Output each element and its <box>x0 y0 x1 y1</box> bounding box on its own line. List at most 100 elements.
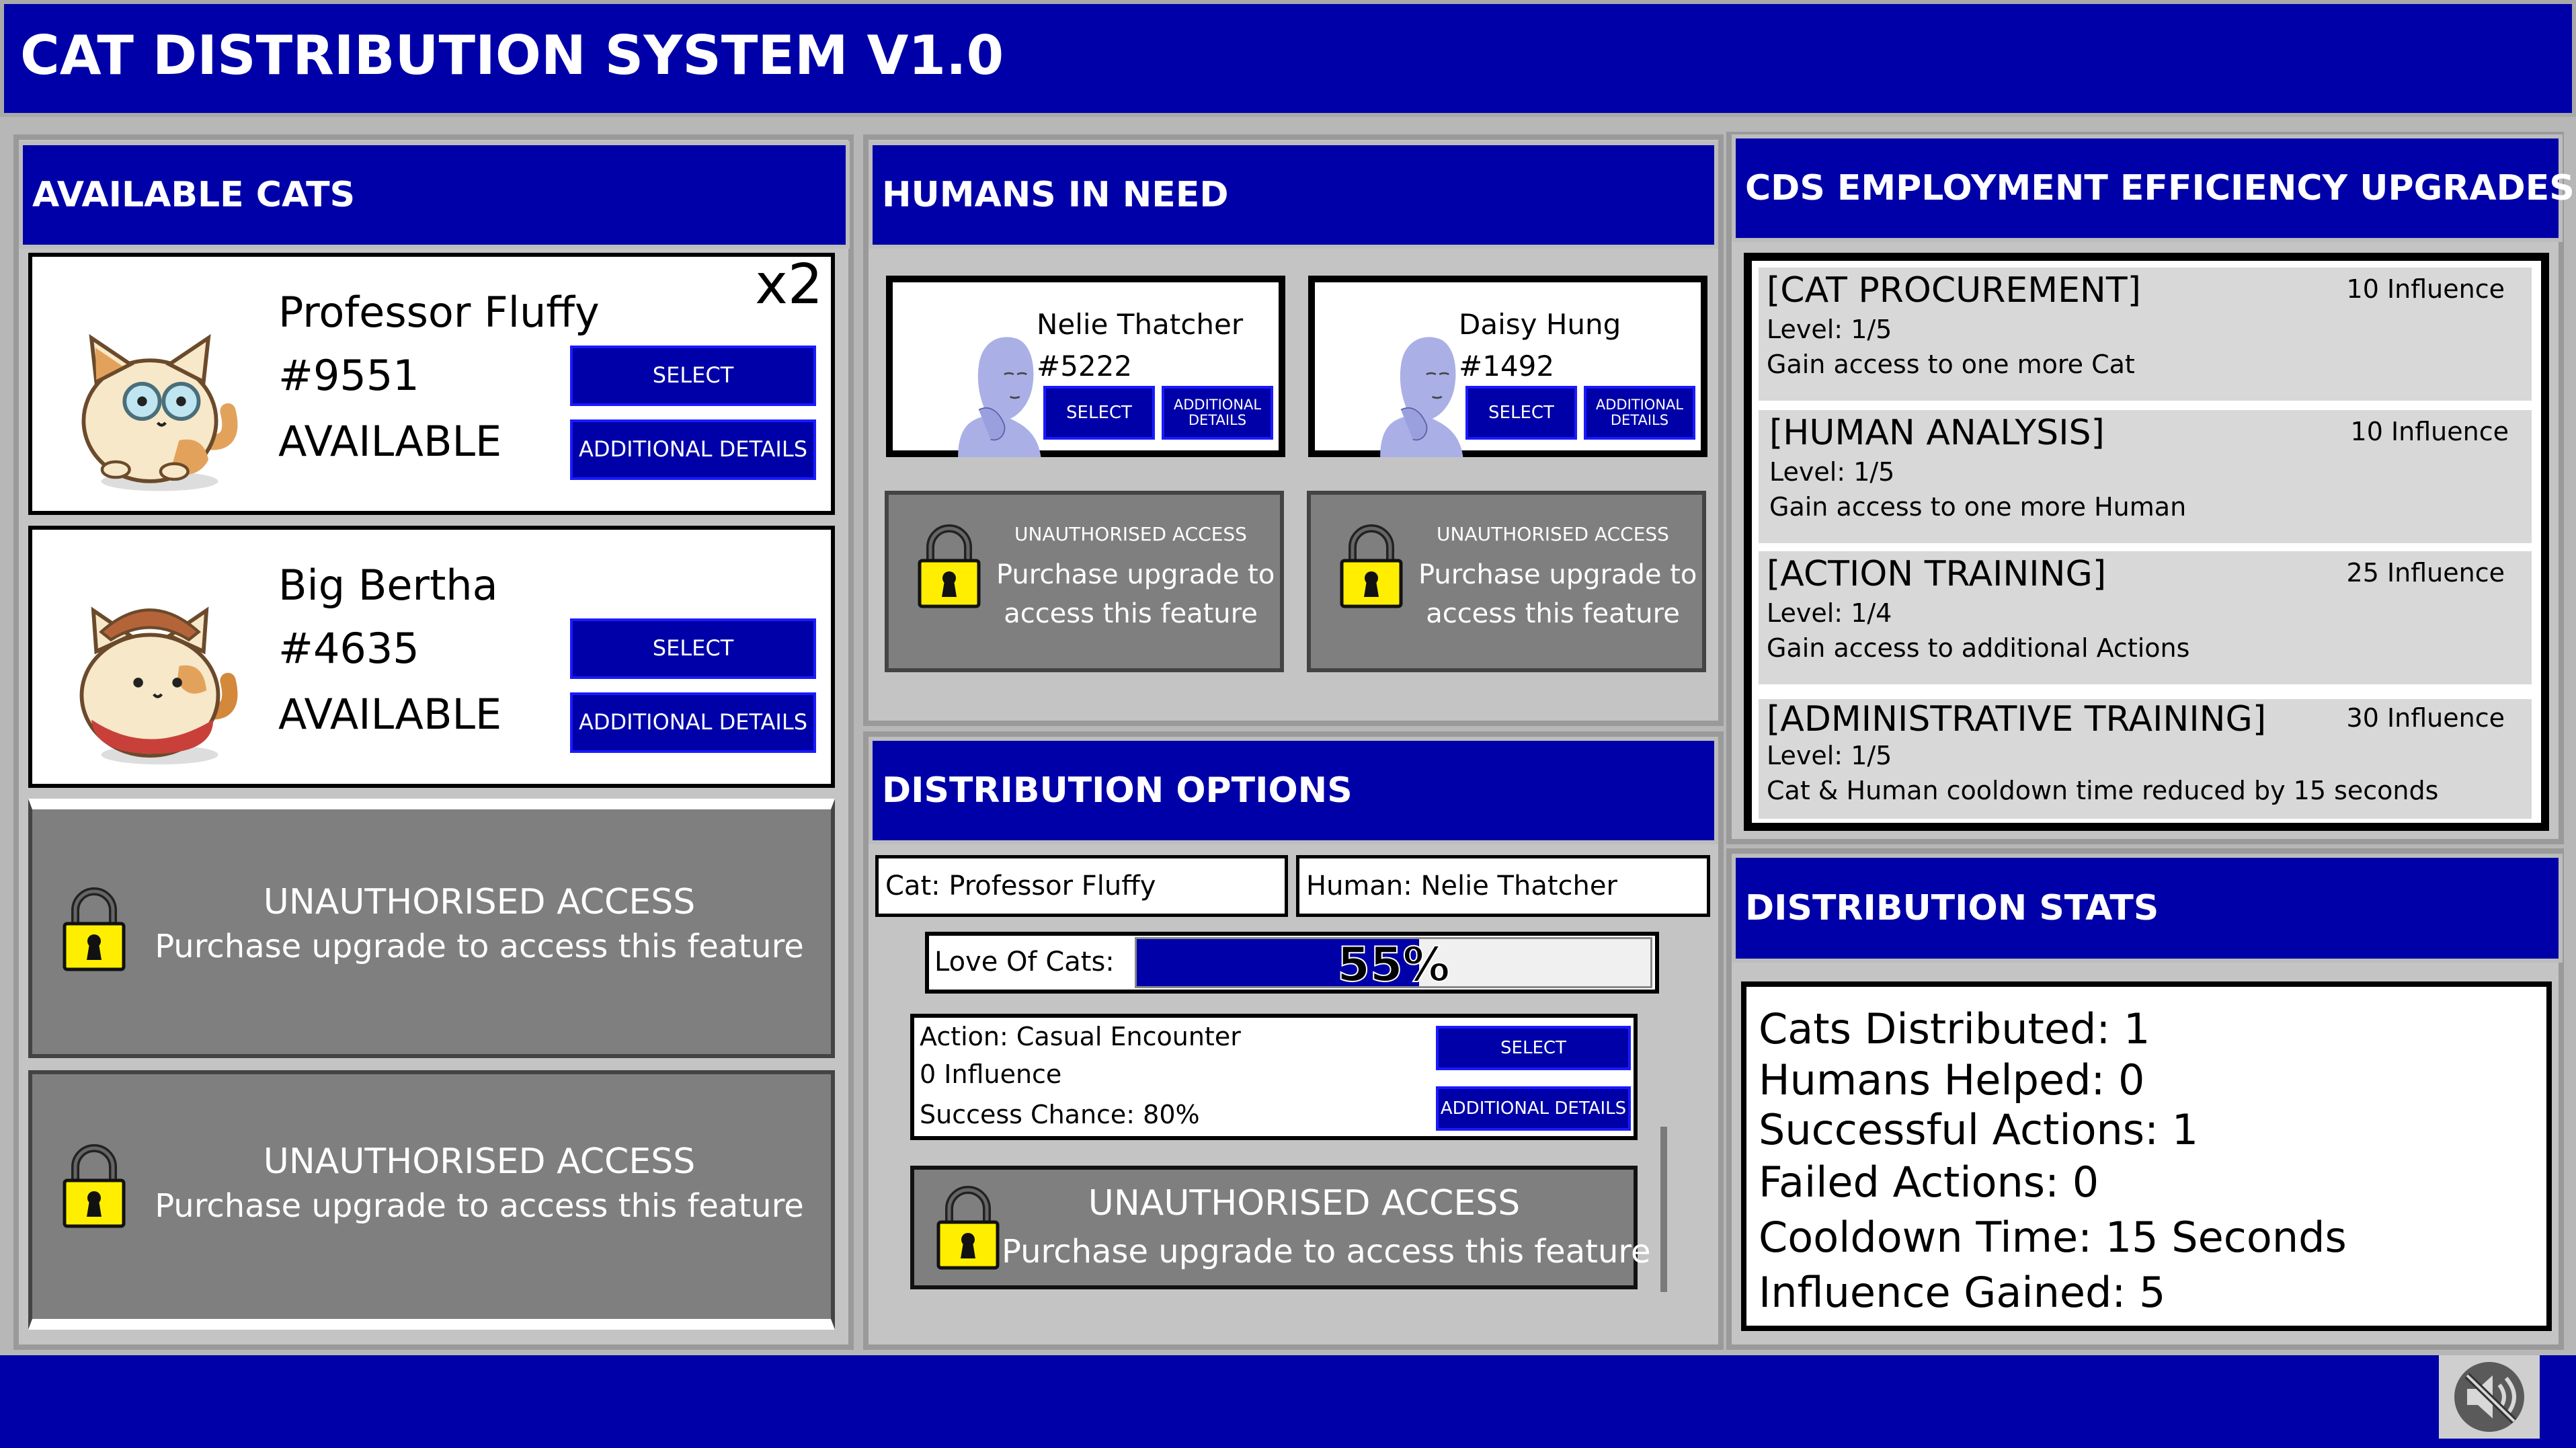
human-name: Daisy Hung <box>1459 308 1621 341</box>
action-influence: 0 Influence <box>920 1059 1062 1089</box>
locked-message-line2: access this feature <box>1426 598 1680 629</box>
upgrade-level: Level: 1/4 <box>1767 598 1892 628</box>
action-name: Action: Casual Encounter <box>920 1022 1241 1051</box>
locked-message: Purchase upgrade to access this feature <box>155 928 804 965</box>
selected-cat-field[interactable]: Cat: Professor Fluffy <box>875 855 1288 917</box>
upgrade-level: Level: 1/5 <box>1767 741 1892 770</box>
app-title: CAT DISTRIBUTION SYSTEM V1.0 <box>20 24 1004 87</box>
human-card-nelie-thatcher: Nelie Thatcher #5222 SELECT ADDITIONAL D… <box>886 276 1285 457</box>
cat-portrait-icon <box>81 333 238 491</box>
padlock-icon <box>1338 522 1405 609</box>
selected-human-text: Human: Nelie Thatcher <box>1306 871 1617 901</box>
locked-action-slot: UNAUTHORISED ACCESS Purchase upgrade to … <box>910 1166 1651 1289</box>
action-details-button[interactable]: ADDITIONAL DETAILS <box>1436 1086 1631 1131</box>
select-cat-button[interactable]: SELECT <box>570 618 816 679</box>
upgrade-level: Level: 1/5 <box>1769 457 1895 487</box>
human-id: #1492 <box>1459 350 1555 383</box>
stat-failed-actions: Failed Actions: 0 <box>1759 1158 2099 1207</box>
locked-message: Purchase upgrade to access this feature <box>155 1187 804 1225</box>
upgrade-description: Gain access to one more Cat <box>1767 350 2135 379</box>
action-card: Action: Casual Encounter 0 Influence Suc… <box>910 1014 1638 1140</box>
cat-id: #9551 <box>278 351 419 400</box>
cat-details-button[interactable]: ADDITIONAL DETAILS <box>570 419 816 480</box>
upgrade-description: Gain access to one more Human <box>1769 492 2187 522</box>
title-bar: CAT DISTRIBUTION SYSTEM V1.0 <box>0 0 2576 117</box>
human-id: #5222 <box>1037 350 1133 383</box>
cat-status: AVAILABLE <box>278 690 502 739</box>
locked-message-line2: access this feature <box>1004 598 1258 629</box>
selected-cat-text: Cat: Professor Fluffy <box>885 871 1156 901</box>
selected-human-field[interactable]: Human: Nelie Thatcher <box>1296 855 1710 917</box>
love-of-cats-label: Love Of Cats: <box>934 947 1115 977</box>
cat-card-big-bertha: Big Bertha #4635 AVAILABLE SELECT ADDITI… <box>28 526 835 788</box>
locked-message: Purchase upgrade to access this feature <box>1002 1233 1651 1271</box>
upgrade-description: Gain access to additional Actions <box>1767 633 2190 663</box>
upgrade-name: [CAT PROCUREMENT] <box>1767 270 2141 311</box>
locked-title: UNAUTHORISED ACCESS <box>263 882 696 922</box>
upgrade-cost: 30 Influence <box>2346 703 2505 733</box>
stats-header-label: DISTRIBUTION STATS <box>1745 888 2159 928</box>
select-human-button[interactable]: SELECT <box>1465 386 1577 440</box>
locked-message-line1: Purchase upgrade to <box>1418 559 1697 590</box>
cat-card-professor-fluffy: Professor Fluffy #9551 AVAILABLE x2 SELE… <box>28 253 835 515</box>
action-success-chance: Success Chance: 80% <box>920 1100 1200 1129</box>
padlock-icon <box>916 522 983 609</box>
cat-details-button[interactable]: ADDITIONAL DETAILS <box>570 692 816 753</box>
locked-cat-slot: UNAUTHORISED ACCESS Purchase upgrade to … <box>28 799 835 1058</box>
upgrade-cat-procurement[interactable]: [CAT PROCUREMENT] 10 Influence Level: 1/… <box>1759 268 2532 401</box>
stat-cats-distributed: Cats Distributed: 1 <box>1759 1004 2150 1053</box>
cat-portrait-icon <box>79 606 238 765</box>
distribution-header-label: DISTRIBUTION OPTIONS <box>882 770 1353 811</box>
stat-successful-actions: Successful Actions: 1 <box>1759 1105 2199 1154</box>
padlock-icon <box>934 1183 1002 1271</box>
select-action-button[interactable]: SELECT <box>1436 1026 1631 1070</box>
upgrade-cost: 10 Influence <box>2350 417 2509 446</box>
upgrade-administrative-training[interactable]: [ADMINISTRATIVE TRAINING] 30 Influence L… <box>1759 699 2532 819</box>
human-name: Nelie Thatcher <box>1037 308 1244 341</box>
upgrade-action-training[interactable]: [ACTION TRAINING] 25 Influence Level: 1/… <box>1759 551 2532 684</box>
stats-header: DISTRIBUTION STATS <box>1732 854 2563 963</box>
locked-title: UNAUTHORISED ACCESS <box>263 1141 696 1182</box>
cat-name: Professor Fluffy <box>278 288 600 337</box>
humans-header-label: HUMANS IN NEED <box>882 175 1229 215</box>
upgrade-name: [ACTION TRAINING] <box>1767 554 2107 594</box>
details-label-line2: DETAILS <box>1610 412 1669 428</box>
human-card-daisy-hung: Daisy Hung #1492 SELECT ADDITIONAL DETAI… <box>1308 276 1707 457</box>
details-label-line1: ADDITIONAL <box>1173 396 1262 413</box>
upgrade-description: Cat & Human cooldown time reduced by 15 … <box>1767 776 2439 805</box>
details-label-line2: DETAILS <box>1188 412 1247 428</box>
cat-name: Big Bertha <box>278 561 498 610</box>
human-details-button[interactable]: ADDITIONAL DETAILS <box>1162 386 1273 440</box>
locked-cat-slot: UNAUTHORISED ACCESS Purchase upgrade to … <box>28 1070 835 1330</box>
humans-header: HUMANS IN NEED <box>869 141 1718 249</box>
upgrade-name: [ADMINISTRATIVE TRAINING] <box>1767 699 2267 739</box>
love-of-cats-value: 55% <box>1336 937 1451 992</box>
distribution-scrollbar[interactable] <box>1660 1127 1667 1292</box>
locked-human-slot: UNAUTHORISED ACCESS Purchase upgrade to … <box>885 491 1284 672</box>
love-of-cats-meter: Love Of Cats: 55% <box>925 932 1659 994</box>
stat-humans-helped: Humans Helped: 0 <box>1759 1055 2145 1104</box>
distribution-header: DISTRIBUTION OPTIONS <box>869 737 1718 844</box>
cat-id: #4635 <box>278 624 419 673</box>
upgrades-header: CDS EMPLOYMENT EFFICIENCY UPGRADES <box>1732 134 2575 242</box>
upgrade-human-analysis[interactable]: [HUMAN ANALYSIS] 10 Influence Level: 1/5… <box>1759 410 2532 543</box>
human-details-button[interactable]: ADDITIONAL DETAILS <box>1584 386 1695 440</box>
locked-human-slot: UNAUTHORISED ACCESS Purchase upgrade to … <box>1307 491 1706 672</box>
cats-header-label: AVAILABLE CATS <box>32 175 356 215</box>
select-human-button[interactable]: SELECT <box>1043 386 1155 440</box>
locked-title: UNAUTHORISED ACCESS <box>1088 1183 1521 1223</box>
upgrades-header-label: CDS EMPLOYMENT EFFICIENCY UPGRADES <box>1745 168 2575 208</box>
upgrade-name: [HUMAN ANALYSIS] <box>1769 413 2105 453</box>
locked-title: UNAUTHORISED ACCESS <box>1437 523 1669 545</box>
details-label-line1: ADDITIONAL <box>1595 396 1684 413</box>
cats-header: AVAILABLE CATS <box>19 141 850 249</box>
stat-influence-gained: Influence Gained: 5 <box>1759 1268 2166 1317</box>
cat-status: AVAILABLE <box>278 417 502 466</box>
mute-button[interactable] <box>2439 1355 2540 1439</box>
stats-box: Cats Distributed: 1 Humans Helped: 0 Suc… <box>1741 981 2552 1331</box>
bottom-bar <box>0 1355 2576 1448</box>
upgrade-level: Level: 1/5 <box>1767 315 1892 344</box>
love-of-cats-bar-track: 55% <box>1135 937 1652 992</box>
upgrade-cost: 10 Influence <box>2346 274 2505 304</box>
select-cat-button[interactable]: SELECT <box>570 346 816 406</box>
